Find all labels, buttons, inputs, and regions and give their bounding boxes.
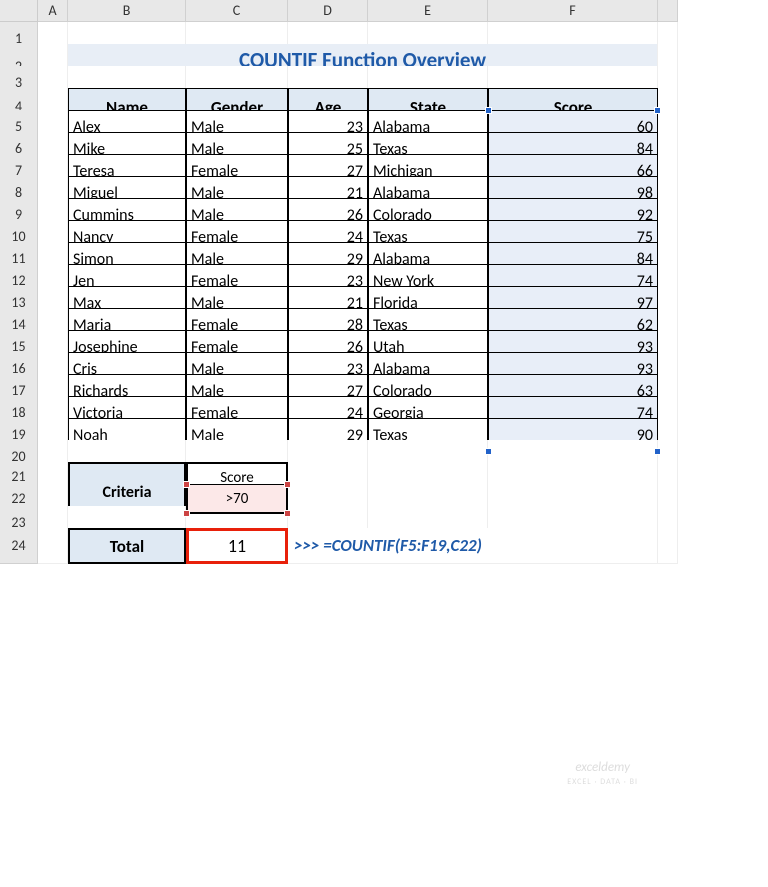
criteria-handle[interactable] xyxy=(284,481,291,488)
col-header-E[interactable]: E xyxy=(368,0,488,22)
col-header-A[interactable]: A xyxy=(38,0,68,22)
selection-handle[interactable] xyxy=(485,107,492,114)
total-label: Total xyxy=(68,528,186,564)
col-header-C[interactable]: C xyxy=(186,0,288,22)
criteria-handle[interactable] xyxy=(183,510,190,517)
criteria-handle[interactable] xyxy=(183,481,190,488)
blank-cell xyxy=(658,528,678,564)
criteria-handle[interactable] xyxy=(284,510,291,517)
col-header-B[interactable]: B xyxy=(68,0,186,22)
blank-cell xyxy=(38,528,68,564)
criteria-value[interactable]: >70 xyxy=(186,484,288,514)
spreadsheet-grid[interactable]: ABCDEF12COUNTIF Function Overview34NameG… xyxy=(0,0,768,550)
selection-handle[interactable] xyxy=(654,107,661,114)
col-header-D[interactable]: D xyxy=(288,0,368,22)
selection-handle[interactable] xyxy=(654,448,661,455)
total-value[interactable]: 11 xyxy=(186,528,288,564)
formula-text: >>> =COUNTIF(F5:F19,C22) xyxy=(288,528,658,564)
col-header-F[interactable]: F xyxy=(488,0,658,22)
watermark-text: exceldemy xyxy=(575,760,630,775)
col-header-blank xyxy=(658,0,678,22)
selection-handle[interactable] xyxy=(485,448,492,455)
watermark: exceldemy EXCEL · DATA · BI xyxy=(567,761,638,787)
row-header-24[interactable]: 24 xyxy=(0,528,38,564)
watermark-sub: EXCEL · DATA · BI xyxy=(567,777,638,787)
select-all-corner[interactable] xyxy=(0,0,38,22)
